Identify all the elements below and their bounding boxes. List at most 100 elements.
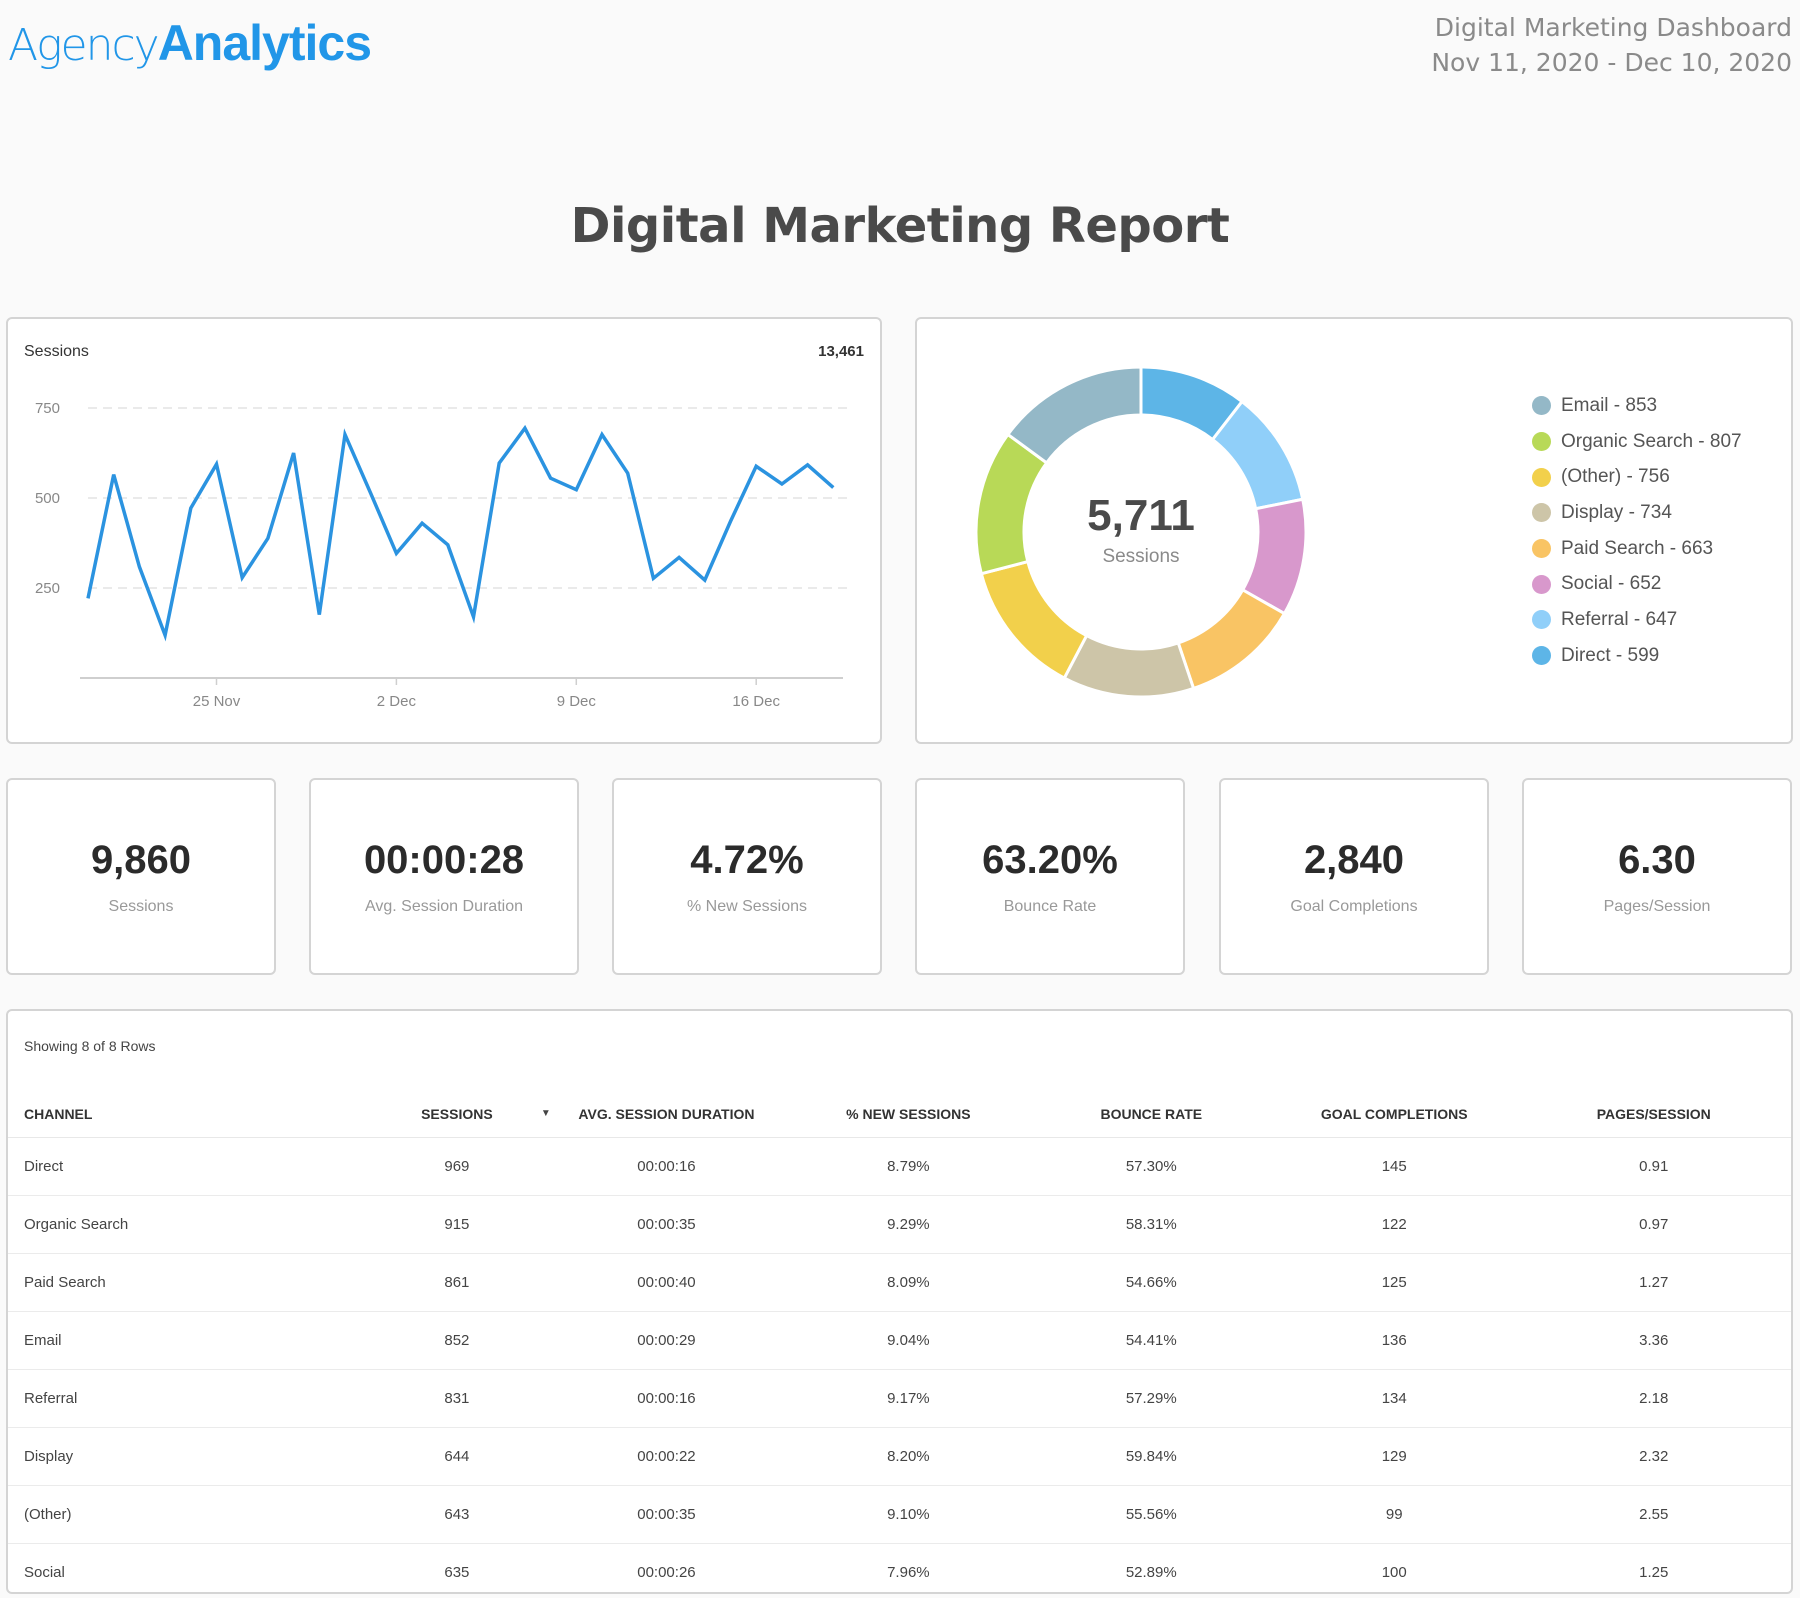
data-point[interactable] — [725, 515, 737, 527]
cell-pages-per-session: 0.91 — [1516, 1137, 1791, 1196]
cell-sessions: 915 — [367, 1195, 547, 1254]
report-title: Digital Marketing Report — [570, 198, 1230, 254]
cell-bounce-rate: 57.29% — [1030, 1369, 1272, 1428]
table-header-row: CHANNEL SESSIONS ▼ AVG. SESSION DURATION… — [8, 1091, 1791, 1138]
table-row: Direct 969 00:00:16 8.79% 57.30% 145 0.91 — [8, 1137, 1791, 1196]
column-header-new-sessions[interactable]: % NEW SESSIONS — [786, 1091, 1031, 1138]
data-point[interactable] — [647, 572, 659, 584]
cell-sessions: 635 — [444, 1563, 470, 1581]
data-point[interactable] — [468, 611, 480, 623]
legend-item[interactable]: Social - 652 — [1532, 566, 1742, 602]
data-point[interactable] — [159, 629, 171, 641]
data-point[interactable] — [493, 457, 505, 469]
cell-channel: Social — [24, 1563, 65, 1581]
data-point[interactable] — [133, 561, 145, 573]
kpi-label: Avg. Session Duration — [364, 898, 523, 915]
cell-pages-per-session: 2.32 — [1516, 1427, 1791, 1486]
donut-slice-paid-search[interactable] — [1176, 587, 1287, 691]
cell-goal-completions: 129 — [1271, 1427, 1517, 1486]
cell-pages-per-session: 2.55 — [1516, 1485, 1791, 1544]
sessions-line-chart: 250 500 750 25 Nov 2 Dec 9 Dec 16 Dec — [35, 400, 848, 710]
cell-sessions: 861 — [367, 1253, 547, 1312]
y-tick-label: 250 — [35, 580, 60, 597]
data-point[interactable] — [108, 469, 120, 481]
cell-channel: Display — [8, 1427, 368, 1486]
data-point[interactable] — [262, 532, 274, 544]
data-point[interactable] — [211, 458, 223, 470]
column-header-bounce-rate[interactable]: BOUNCE RATE — [1030, 1091, 1272, 1138]
legend-item[interactable]: Email - 853 — [1532, 388, 1742, 424]
data-point[interactable] — [802, 459, 814, 471]
cell-new-sessions: 8.09% — [786, 1253, 1031, 1312]
data-point[interactable] — [673, 551, 685, 563]
donut-legend: Email - 853 Organic Search - 807 (Other) -… — [1532, 388, 1742, 674]
sessions-series-line — [86, 424, 835, 642]
cell-avg-session-duration: 00:00:40 — [546, 1253, 787, 1312]
legend-label: Organic Search - 807 — [1561, 430, 1742, 452]
cell-goal-completions: 136 — [1271, 1311, 1517, 1370]
data-point[interactable] — [776, 478, 788, 490]
cell-bounce-rate: 58.31% — [1030, 1195, 1272, 1254]
cell-goal-completions: 99 — [1271, 1485, 1517, 1544]
donut-center-value: 5,711 — [1087, 491, 1195, 540]
data-point[interactable] — [339, 429, 351, 441]
legend-label: Referral - 647 — [1561, 608, 1678, 630]
donut-slice-other[interactable] — [979, 559, 1089, 681]
legend-item[interactable]: Paid Search - 663 — [1532, 531, 1742, 567]
cell-bounce-rate: 54.41% — [1030, 1311, 1272, 1370]
column-header-sessions[interactable]: SESSIONS ▼ — [367, 1091, 551, 1138]
table-row: Email 852 00:00:29 9.04% 54.41% 136 3.36 — [8, 1311, 1791, 1370]
data-point[interactable] — [365, 487, 377, 499]
data-point[interactable] — [519, 422, 531, 434]
legend-swatch-icon — [1532, 467, 1551, 487]
legend-label: Social - 652 — [1561, 573, 1662, 595]
legend-swatch-icon — [1532, 574, 1551, 594]
kpi-card-pages-per-session: 6.30 Pages/Session — [1522, 778, 1792, 975]
caret-down-icon[interactable]: ▼ — [541, 1108, 551, 1119]
data-point[interactable] — [288, 447, 300, 459]
data-point[interactable] — [313, 609, 325, 621]
legend-item[interactable]: Display - 734 — [1532, 495, 1742, 531]
cell-pages-per-session: 1.27 — [1516, 1253, 1791, 1312]
cell-sessions: 831 — [367, 1369, 547, 1428]
table-row: (Other) 643 00:00:35 9.10% 55.56% 99 2.55 — [8, 1485, 1791, 1544]
data-point[interactable] — [82, 592, 94, 604]
data-point[interactable] — [827, 482, 839, 494]
kpi-card-goal-completions: 2,840 Goal Completions — [1219, 778, 1489, 975]
donut-slice-display[interactable] — [1062, 633, 1196, 699]
column-header-goal-completions[interactable]: GOAL COMPLETIONS — [1271, 1091, 1517, 1138]
data-point[interactable] — [570, 484, 582, 496]
data-point[interactable] — [236, 572, 248, 584]
column-header-pages-per-session[interactable]: PAGES/SESSION — [1516, 1091, 1791, 1138]
data-point[interactable] — [185, 502, 197, 514]
data-point[interactable] — [596, 429, 608, 441]
dashboard-name: Digital Marketing Dashboard — [1434, 13, 1792, 42]
kpi-value: 6.30 — [1618, 838, 1696, 882]
legend-swatch-icon — [1532, 539, 1551, 559]
donut-slice-email[interactable] — [1005, 365, 1143, 465]
x-tick-label: 2 Dec — [377, 693, 417, 710]
data-point[interactable] — [390, 547, 402, 559]
data-point[interactable] — [545, 472, 557, 484]
data-point[interactable] — [442, 539, 454, 551]
column-header-channel[interactable]: CHANNEL — [8, 1091, 368, 1138]
cell-new-sessions: 9.10% — [786, 1485, 1031, 1544]
data-point[interactable] — [699, 574, 711, 586]
cell-avg-session-duration: 00:00:22 — [546, 1427, 787, 1486]
column-header-avg-session-duration[interactable]: AVG. SESSION DURATION — [546, 1091, 787, 1138]
data-point[interactable] — [622, 467, 634, 479]
cell-new-sessions: 7.96% — [887, 1563, 930, 1581]
legend-item[interactable]: Referral - 647 — [1532, 602, 1742, 638]
cell-goal-completions: 134 — [1271, 1369, 1517, 1428]
legend-item[interactable]: Direct - 599 — [1532, 638, 1742, 674]
cell-channel: Organic Search — [8, 1195, 368, 1254]
cell-goal-completions: 125 — [1271, 1253, 1517, 1312]
dashboard-info: Digital Marketing Dashboard Nov 11, 2020… — [1431, 10, 1792, 80]
cell-goal-completions: 145 — [1271, 1137, 1517, 1196]
legend-item[interactable]: (Other) - 756 — [1532, 459, 1742, 495]
data-point[interactable] — [750, 460, 762, 472]
data-point[interactable] — [416, 517, 428, 529]
x-tick-label: 16 Dec — [732, 693, 780, 710]
legend-item[interactable]: Organic Search - 807 — [1532, 424, 1742, 460]
cell-avg-session-duration: 00:00:16 — [546, 1369, 787, 1428]
